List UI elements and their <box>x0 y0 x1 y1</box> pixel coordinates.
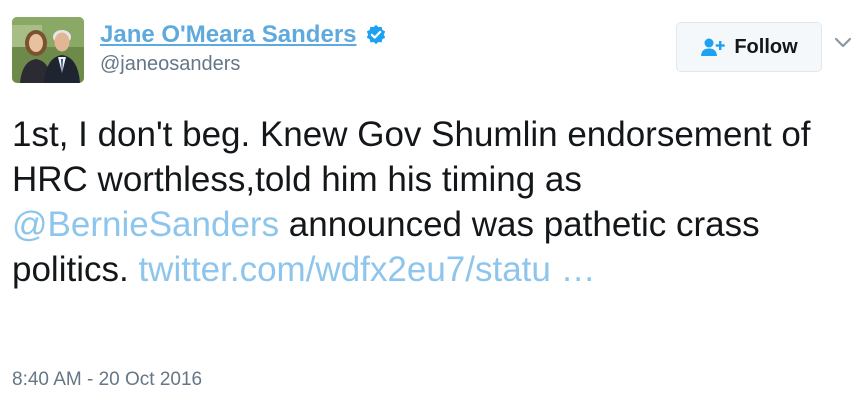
tweet-menu-button[interactable] <box>834 36 852 50</box>
follow-button[interactable]: Follow <box>676 22 822 72</box>
avatar[interactable] <box>12 17 84 83</box>
status-link[interactable]: twitter.com/wdfx2eu7/statu … <box>138 250 595 289</box>
mention-link[interactable]: @BernieSanders <box>12 205 279 244</box>
verified-badge-icon <box>366 24 386 45</box>
avatar-photo <box>12 17 84 83</box>
timestamp[interactable]: 8:40 AM - 20 Oct 2016 <box>12 368 202 392</box>
tweet-text-part-1: 1st, I don't beg. Knew Gov Shumlin endor… <box>12 115 811 199</box>
user-name-block: Jane O'Meara Sanders @janeosanders <box>100 20 387 76</box>
user-handle[interactable]: @janeosanders <box>100 52 387 76</box>
follow-button-label: Follow <box>734 35 798 58</box>
display-name[interactable]: Jane O'Meara Sanders <box>100 20 357 50</box>
add-user-icon <box>701 38 726 56</box>
tweet-card: Jane O'Meara Sanders @janeosanders Follo… <box>0 0 868 402</box>
tweet-text: 1st, I don't beg. Knew Gov Shumlin endor… <box>12 112 832 292</box>
chevron-down-icon <box>834 37 852 48</box>
